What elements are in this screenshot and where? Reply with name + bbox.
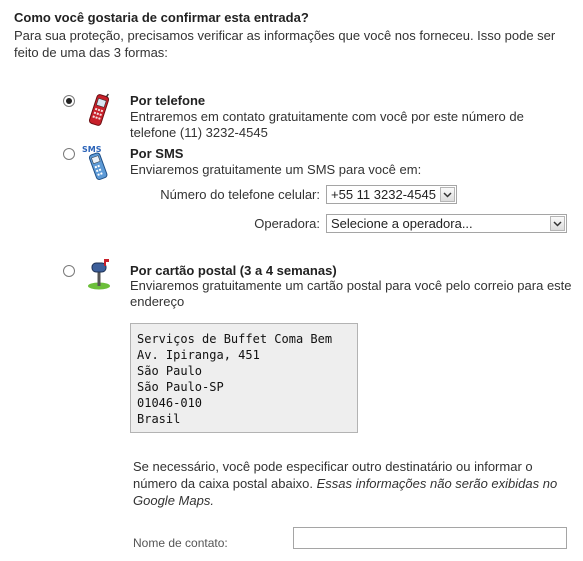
radio-sms[interactable] [63, 148, 75, 160]
carrier-label: Operadora: [254, 216, 320, 231]
intro-text: Para sua proteção, precisamos verificar … [14, 28, 556, 60]
address-line: Av. Ipiranga, 451 [137, 348, 260, 362]
chevron-down-icon [440, 187, 455, 202]
address-line: 01046-010 [137, 396, 203, 410]
carrier-value: Selecione a operadora... [331, 216, 473, 231]
chevron-down-icon [550, 216, 565, 231]
postal-address-box: Serviços de Buffet Coma Bem Av. Ipiranga… [130, 323, 358, 433]
page-heading: Como você gostaria de confirmar esta ent… [14, 10, 309, 25]
address-line: Brasil [137, 412, 181, 426]
mailbox-icon [86, 258, 112, 290]
radio-phone[interactable] [63, 95, 75, 107]
phone-number-value: +55 11 3232-4545 [331, 187, 436, 202]
radio-postal[interactable] [63, 265, 75, 277]
alternate-recipient-note: Se necessário, você pode especificar out… [133, 458, 573, 509]
carrier-select[interactable]: Selecione a operadora... [326, 214, 567, 233]
option-phone-title: Por telefone [130, 93, 206, 108]
option-postal-title: Por cartão postal (3 a 4 semanas) [130, 263, 337, 278]
option-sms-title: Por SMS [130, 146, 184, 161]
option-postal-desc: Enviaremos gratuitamente um cartão posta… [130, 278, 572, 309]
address-line: São Paulo-SP [137, 380, 224, 394]
mobile-phone-icon [86, 92, 112, 128]
address-line: Serviços de Buffet Coma Bem [137, 332, 333, 346]
option-phone-desc: Entraremos em contato gratuitamente com … [130, 109, 524, 140]
contact-name-label: Nome de contato: [133, 536, 228, 550]
phone-number-select[interactable]: +55 11 3232-4545 [326, 185, 457, 204]
contact-name-input[interactable] [293, 527, 567, 549]
sms-phone-icon: SMS [82, 143, 112, 181]
svg-text:SMS: SMS [82, 145, 102, 154]
option-sms-desc: Enviaremos gratuitamente um SMS para voc… [130, 162, 422, 177]
phone-number-label: Número do telefone celular: [160, 187, 320, 202]
address-line: São Paulo [137, 364, 203, 378]
